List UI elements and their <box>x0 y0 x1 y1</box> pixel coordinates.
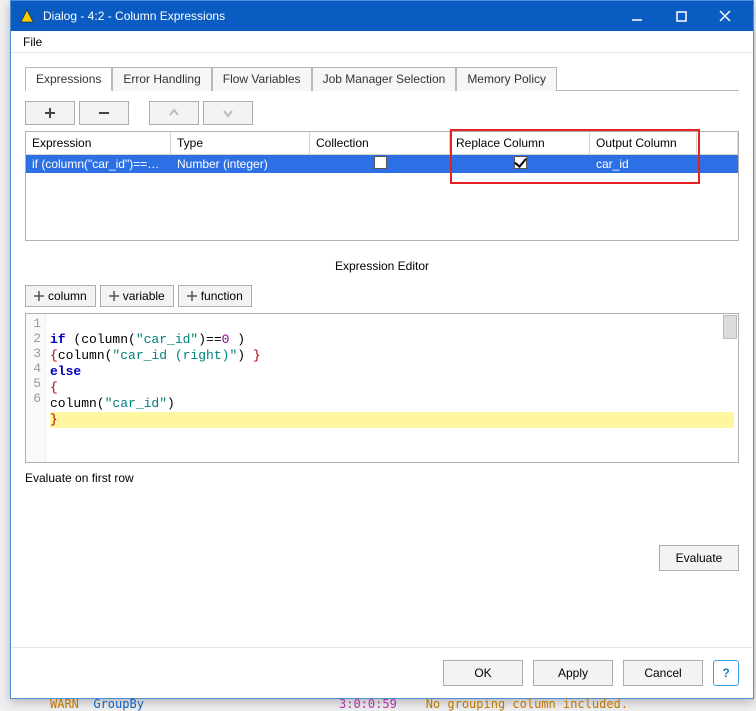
expression-editor-title: Expression Editor <box>25 259 739 273</box>
table-header: Expression Type Collection Replace Colum… <box>26 132 738 155</box>
titlebar: Dialog - 4:2 - Column Expressions <box>11 1 753 31</box>
tab-flow-variables[interactable]: Flow Variables <box>212 67 312 91</box>
plus-icon <box>109 291 119 301</box>
code-editor[interactable]: 1 2 3 4 5 6 if (column("car_id")==0 ) {c… <box>25 313 739 463</box>
insert-column-button[interactable]: column <box>25 285 96 307</box>
cancel-button[interactable]: Cancel <box>623 660 703 686</box>
close-icon <box>719 10 731 22</box>
window-title: Dialog - 4:2 - Column Expressions <box>43 9 615 23</box>
tab-job-manager[interactable]: Job Manager Selection <box>312 67 457 91</box>
insert-function-button[interactable]: function <box>178 285 252 307</box>
replace-column-checkbox[interactable] <box>514 156 527 169</box>
insert-variable-button[interactable]: variable <box>100 285 174 307</box>
minimize-icon <box>631 10 643 22</box>
col-header-pad <box>697 132 738 155</box>
maximize-button[interactable] <box>659 1 703 31</box>
menu-file[interactable]: File <box>17 33 48 51</box>
ok-button[interactable]: OK <box>443 660 523 686</box>
col-header-type[interactable]: Type <box>171 132 310 155</box>
cell-type[interactable]: Number (integer) <box>171 155 310 173</box>
move-down-button[interactable] <box>203 101 253 125</box>
app-icon <box>19 8 35 24</box>
expression-toolbar <box>25 101 739 125</box>
minus-icon <box>98 107 110 119</box>
dialog-button-bar: OK Apply Cancel ? <box>11 647 753 698</box>
col-header-collection[interactable]: Collection <box>310 132 450 155</box>
tab-memory-policy[interactable]: Memory Policy <box>456 67 557 91</box>
cell-collection[interactable] <box>310 154 450 174</box>
maximize-icon <box>676 11 687 22</box>
move-up-button[interactable] <box>149 101 199 125</box>
collection-checkbox[interactable] <box>374 156 387 169</box>
apply-button[interactable]: Apply <box>533 660 613 686</box>
plus-icon <box>187 291 197 301</box>
cell-expression[interactable]: if (column("car_id")==0 ){... <box>26 155 171 173</box>
editor-scrollbar[interactable] <box>723 315 737 339</box>
tab-strip: Expressions Error Handling Flow Variable… <box>25 67 739 91</box>
col-header-replace-column[interactable]: Replace Column <box>450 132 590 155</box>
col-header-output-column[interactable]: Output Column <box>590 132 697 155</box>
code-area[interactable]: if (column("car_id")==0 ) {column("car_i… <box>46 314 738 462</box>
console-log-line: WARN GroupBy 3:0:0:59 No grouping column… <box>50 697 756 711</box>
arrow-up-icon <box>168 107 180 119</box>
close-button[interactable] <box>703 1 747 31</box>
dialog-content: Expressions Error Handling Flow Variable… <box>11 53 753 647</box>
expression-table: Expression Type Collection Replace Colum… <box>25 131 739 241</box>
cell-replace-column[interactable] <box>450 154 590 174</box>
table-row[interactable]: if (column("car_id")==0 ){... Number (in… <box>26 155 738 173</box>
cell-output-column[interactable]: car_id <box>590 155 697 173</box>
line-gutter: 1 2 3 4 5 6 <box>26 314 46 462</box>
tab-error-handling[interactable]: Error Handling <box>112 67 211 91</box>
add-expression-button[interactable] <box>25 101 75 125</box>
remove-expression-button[interactable] <box>79 101 129 125</box>
evaluate-label: Evaluate on first row <box>25 471 739 485</box>
menubar: File <box>11 31 753 53</box>
evaluate-button[interactable]: Evaluate <box>659 545 739 571</box>
dialog-window: Dialog - 4:2 - Column Expressions File E… <box>10 0 754 699</box>
col-header-expression[interactable]: Expression <box>26 132 171 155</box>
minimize-button[interactable] <box>615 1 659 31</box>
editor-insert-buttons: column variable function <box>25 285 739 307</box>
plus-icon <box>44 107 56 119</box>
tab-expressions[interactable]: Expressions <box>25 67 112 91</box>
help-button[interactable]: ? <box>713 660 739 686</box>
plus-icon <box>34 291 44 301</box>
arrow-down-icon <box>222 107 234 119</box>
